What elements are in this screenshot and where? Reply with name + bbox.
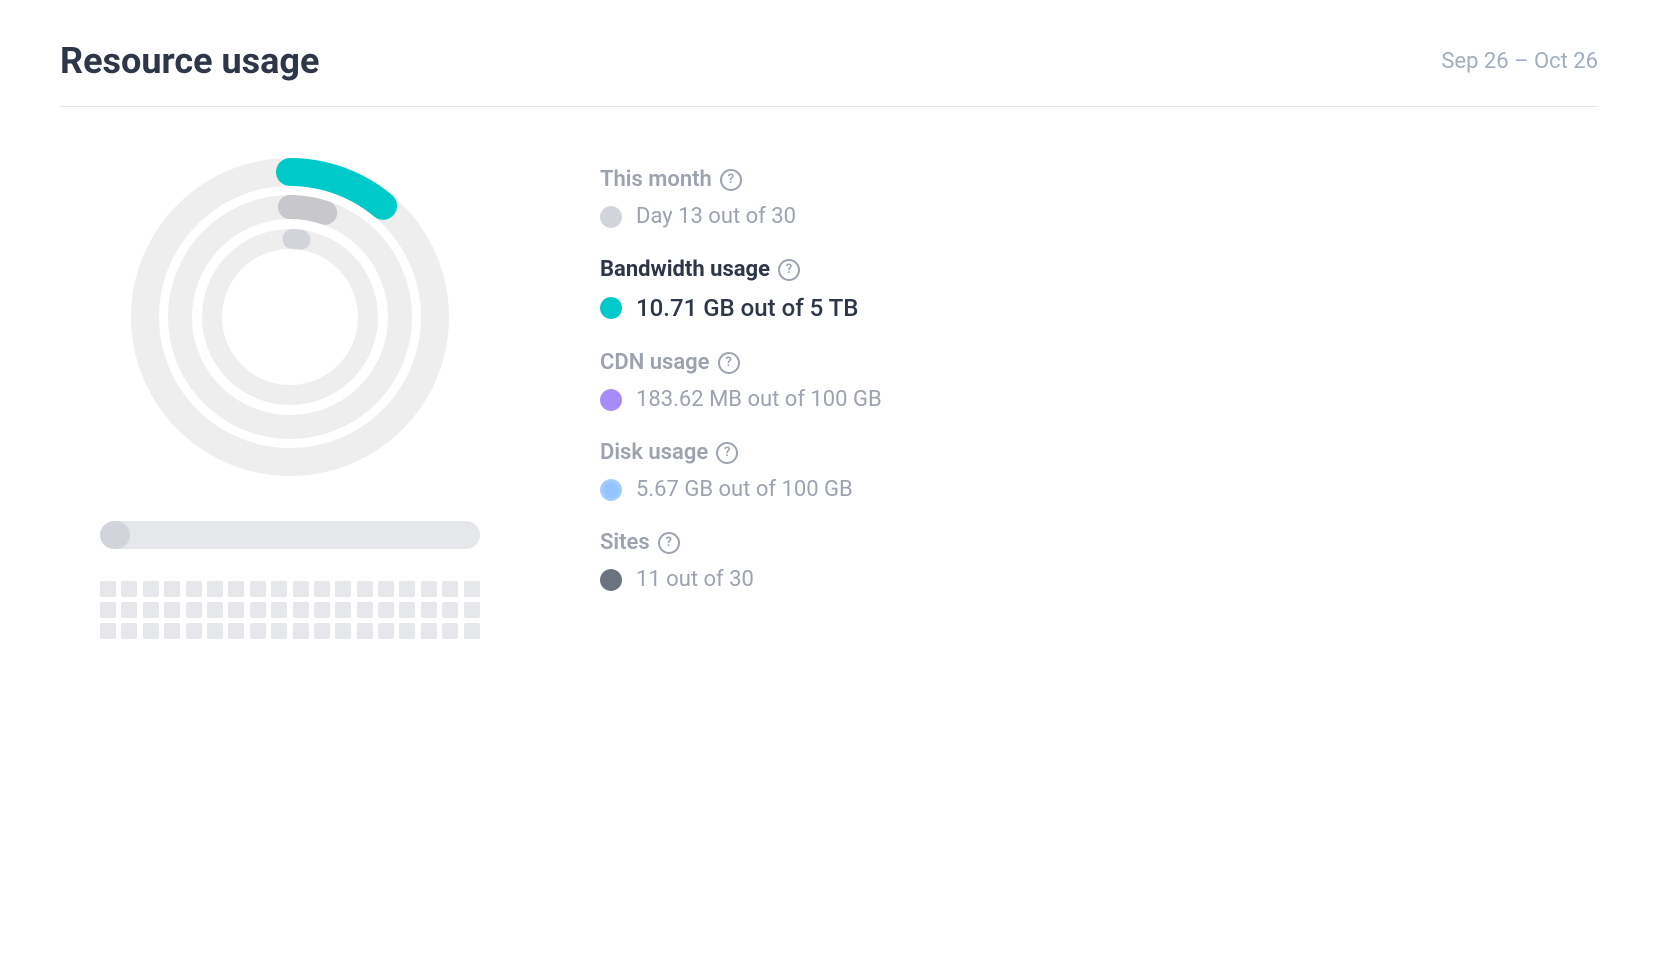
disk-dot bbox=[600, 479, 622, 501]
page-title: Resource usage bbox=[60, 40, 319, 82]
this-month-help-icon[interactable]: ? bbox=[720, 169, 742, 191]
this-month-section: This month ? Day 13 out of 30 bbox=[600, 167, 1598, 229]
sites-dot bbox=[600, 569, 622, 591]
cdn-section: CDN usage ? 183.62 MB out of 100 GB bbox=[600, 350, 1598, 412]
disk-help-icon[interactable]: ? bbox=[716, 442, 738, 464]
page-header: Resource usage Sep 26 – Oct 26 bbox=[60, 40, 1598, 107]
this-month-value: Day 13 out of 30 bbox=[636, 204, 796, 229]
stats-area: This month ? Day 13 out of 30 Bandwidth … bbox=[600, 147, 1598, 620]
cdn-value: 183.62 MB out of 100 GB bbox=[636, 387, 882, 412]
cdn-dot bbox=[600, 389, 622, 411]
sites-value: 11 out of 30 bbox=[636, 567, 754, 592]
sites-help-icon[interactable]: ? bbox=[658, 532, 680, 554]
disk-label: Disk usage bbox=[600, 440, 708, 465]
this-month-dot bbox=[600, 206, 622, 228]
bandwidth-label: Bandwidth usage bbox=[600, 257, 770, 282]
cdn-help-icon[interactable]: ? bbox=[718, 352, 740, 374]
bandwidth-section: Bandwidth usage ? 10.71 GB out of 5 TB bbox=[600, 257, 1598, 322]
grid-placeholder bbox=[100, 581, 480, 639]
bandwidth-value: 10.71 GB out of 5 TB bbox=[636, 294, 858, 322]
date-range: Sep 26 – Oct 26 bbox=[1441, 49, 1598, 74]
progress-bar bbox=[100, 521, 480, 549]
disk-value: 5.67 GB out of 100 GB bbox=[636, 477, 853, 502]
bandwidth-help-icon[interactable]: ? bbox=[778, 259, 800, 281]
chart-area bbox=[60, 147, 520, 639]
main-content: This month ? Day 13 out of 30 Bandwidth … bbox=[60, 147, 1598, 639]
sites-section: Sites ? 11 out of 30 bbox=[600, 530, 1598, 592]
disk-section: Disk usage ? 5.67 GB out of 100 GB bbox=[600, 440, 1598, 502]
bandwidth-dot bbox=[600, 297, 622, 319]
this-month-label: This month bbox=[600, 167, 712, 192]
donut-svg bbox=[120, 147, 460, 487]
cdn-label: CDN usage bbox=[600, 350, 710, 375]
sites-label: Sites bbox=[600, 530, 650, 555]
progress-bar-fill bbox=[100, 521, 130, 549]
donut-chart bbox=[120, 147, 460, 487]
